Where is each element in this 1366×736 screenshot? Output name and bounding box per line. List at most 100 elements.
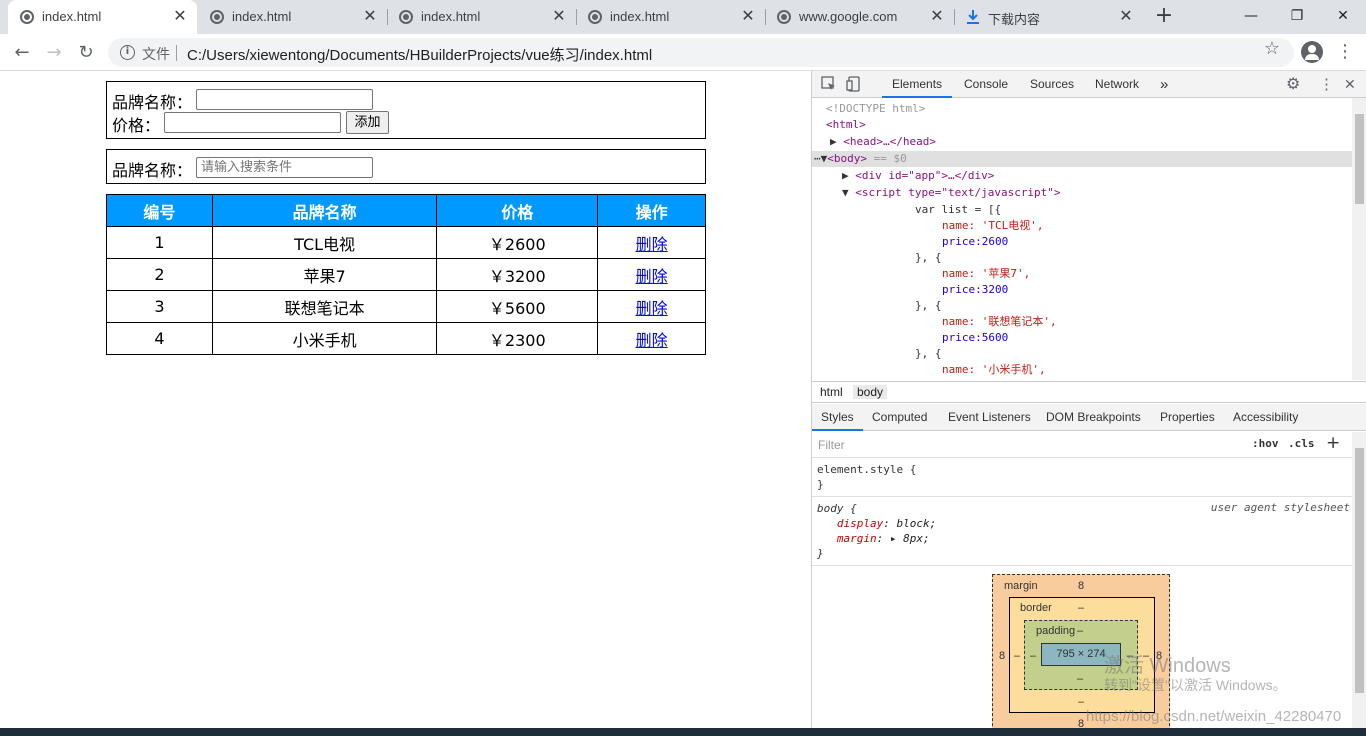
delete-link[interactable]: 删除: [636, 267, 668, 286]
code-line: var list = [{: [915, 202, 1001, 218]
url-text[interactable]: C:/Users/xiewentong/Documents/HBuilderPr…: [187, 44, 652, 65]
crumb-html[interactable]: html: [816, 385, 847, 399]
tab-console[interactable]: Console: [964, 71, 1008, 98]
body-rule: user agent stylesheet body { display: bl…: [812, 497, 1352, 566]
new-tab-button[interactable]: +: [1152, 5, 1176, 29]
search-label: 品牌名称：: [112, 161, 193, 180]
tab-styles[interactable]: Styles: [812, 404, 863, 431]
minimize-button[interactable]: —: [1228, 0, 1274, 34]
tab-event-listeners[interactable]: Event Listeners: [948, 404, 1031, 431]
delete-link[interactable]: 删除: [636, 235, 668, 254]
new-rule-button[interactable]: +: [1326, 433, 1340, 453]
price-label: 价格：: [112, 116, 161, 135]
price-input[interactable]: [164, 112, 341, 133]
table-row: 2 苹果7 ￥3200 删除: [106, 258, 706, 291]
elements-scrollbar-thumb[interactable]: [1355, 114, 1364, 204]
cell-action: 删除: [597, 226, 706, 259]
close-icon[interactable]: ✕: [1117, 7, 1135, 25]
border-top-value[interactable]: –: [1078, 602, 1084, 614]
tab-google[interactable]: www.google.com ✕: [765, 0, 954, 34]
code-line[interactable]: ⋯▼<body> == $0: [814, 151, 907, 167]
info-icon[interactable]: i: [120, 45, 135, 60]
padding-left-value[interactable]: –: [1030, 650, 1036, 662]
padding-label: padding: [1036, 625, 1076, 637]
gear-icon[interactable]: ⚙: [1286, 71, 1300, 98]
border-bottom-value[interactable]: –: [1078, 696, 1084, 708]
code-text: }, {: [915, 347, 942, 360]
tab-title: 下载内容: [988, 12, 1041, 27]
close-icon[interactable]: ✕: [1344, 71, 1356, 98]
border-left-value[interactable]: –: [1014, 650, 1020, 662]
bookmark-star-icon[interactable]: ☆: [1262, 39, 1282, 59]
margin-left-value[interactable]: 8: [999, 650, 1005, 662]
code-line[interactable]: ▶ <head>…</head>: [830, 134, 936, 150]
tab-title: index.html: [42, 9, 102, 24]
tab-properties[interactable]: Properties: [1160, 404, 1215, 431]
rule-selector[interactable]: element.style {: [817, 462, 1348, 477]
cls-toggle[interactable]: .cls: [1288, 437, 1315, 450]
close-icon[interactable]: ✕: [171, 7, 189, 25]
brand-name-input[interactable]: [196, 89, 373, 110]
tab-index-4[interactable]: index.html ✕: [576, 0, 765, 34]
close-icon[interactable]: ✕: [361, 7, 379, 25]
tab-network[interactable]: Network: [1095, 71, 1139, 98]
more-menu-icon[interactable]: ⋮: [1335, 41, 1355, 63]
cell-price: ￥2300: [436, 322, 599, 355]
tab-index-2[interactable]: index.html ✕: [198, 0, 387, 34]
device-toggle-icon[interactable]: [846, 76, 862, 92]
tab-downloads[interactable]: 下载内容 ✕: [954, 0, 1143, 34]
code-line[interactable]: <html>: [826, 117, 866, 133]
code-line[interactable]: ▶ <div id="app">…</div>: [842, 168, 994, 184]
reload-button[interactable]: ↻: [74, 41, 98, 65]
kebab-menu-icon[interactable]: ⋮: [1319, 71, 1334, 98]
browser-toolbar: ← → ↻ i 文件 C:/Users/xiewentong/Documents…: [0, 34, 1366, 71]
tab-elements[interactable]: Elements: [882, 71, 953, 98]
table-row: 4 小米手机 ￥2300 删除: [106, 322, 706, 355]
download-icon: [967, 10, 979, 24]
devtools-panel: Elements Console Sources Network » ⚙ ⋮ ✕…: [811, 71, 1366, 736]
search-input[interactable]: 请输入搜索条件: [196, 157, 373, 178]
forward-button[interactable]: →: [42, 41, 66, 65]
script-tag: <script type="text/javascript">: [855, 186, 1061, 199]
prop-value: 8px;: [903, 532, 930, 545]
crumb-body[interactable]: body: [853, 385, 888, 399]
styles-scrollbar-thumb[interactable]: [1355, 448, 1364, 693]
rule-close: }: [817, 478, 824, 491]
tab-dom-breakpoints[interactable]: DOM Breakpoints: [1046, 404, 1141, 431]
tab-computed[interactable]: Computed: [872, 404, 927, 431]
filter-input[interactable]: Filter: [818, 436, 1238, 454]
cell-name: 小米手机: [211, 322, 438, 355]
window-close-button[interactable]: ✕: [1320, 0, 1366, 34]
styles-rules: element.style { } user agent stylesheet …: [812, 458, 1352, 566]
expand-arrow-icon[interactable]: ▶: [830, 135, 843, 148]
col-id-header: 编号: [106, 194, 213, 227]
maximize-button[interactable]: ❐: [1274, 0, 1320, 34]
hov-toggle[interactable]: :hov: [1252, 437, 1279, 450]
padding-top-value[interactable]: –: [1077, 625, 1083, 637]
address-bar[interactable]: i 文件 C:/Users/xiewentong/Documents/HBuil…: [108, 38, 1294, 67]
tab-index-3[interactable]: index.html ✕: [387, 0, 576, 34]
inspect-icon[interactable]: [821, 76, 837, 92]
padding-bottom-value[interactable]: –: [1077, 673, 1083, 685]
close-icon[interactable]: ✕: [550, 7, 568, 25]
tab-accessibility[interactable]: Accessibility: [1233, 404, 1298, 431]
delete-link[interactable]: 删除: [636, 299, 668, 318]
close-icon[interactable]: ✕: [739, 7, 757, 25]
tab-index-1[interactable]: index.html ✕: [8, 0, 197, 34]
code-line: price:2600: [942, 234, 1008, 250]
expand-arrow-icon[interactable]: ▶: [842, 169, 855, 182]
more-dots-icon[interactable]: ⋯: [814, 152, 821, 165]
collapse-arrow-icon[interactable]: ▼: [842, 186, 855, 199]
close-icon[interactable]: ✕: [928, 7, 946, 25]
code-line[interactable]: ▼ <script type="text/javascript">: [842, 185, 1061, 201]
rule-close: }: [817, 547, 824, 560]
more-tabs-button[interactable]: »: [1160, 71, 1168, 98]
margin-top-value[interactable]: 8: [1078, 580, 1084, 592]
code-line: name: '联想笔记本',: [942, 314, 1057, 330]
delete-link[interactable]: 删除: [636, 331, 668, 350]
tab-sources[interactable]: Sources: [1030, 71, 1074, 98]
account-icon[interactable]: [1301, 41, 1323, 63]
cell-id: 2: [106, 258, 213, 291]
back-button[interactable]: ←: [10, 41, 34, 65]
add-button[interactable]: 添加: [346, 111, 389, 134]
